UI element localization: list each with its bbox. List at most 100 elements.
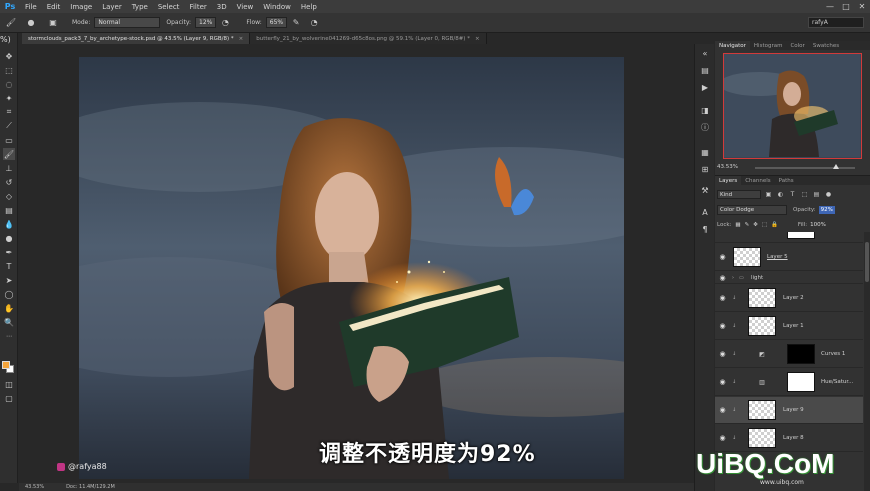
menu-file[interactable]: File bbox=[20, 3, 42, 11]
lock-pixels-icon[interactable]: ✎ bbox=[745, 222, 750, 228]
document-canvas[interactable] bbox=[79, 57, 624, 479]
blur-tool-icon[interactable]: 💧 bbox=[3, 218, 15, 230]
layer-name[interactable]: Layer 9 bbox=[783, 407, 804, 413]
shape-tool-icon[interactable]: ◯ bbox=[3, 288, 15, 300]
brush-panel-icon[interactable]: ▣ bbox=[48, 18, 58, 28]
filter-adjustment-icon[interactable]: ◐ bbox=[776, 190, 785, 199]
layer-name[interactable]: Curves 1 bbox=[821, 351, 845, 357]
layer-name[interactable]: Hue/Satur... bbox=[821, 379, 853, 385]
filter-kind-select[interactable]: Kind bbox=[717, 190, 761, 199]
layer-row[interactable]: ◉ Layer 5 bbox=[715, 244, 863, 271]
navigator-zoom[interactable]: 43.53% bbox=[717, 164, 738, 170]
layer-row-partial[interactable] bbox=[715, 232, 863, 243]
marquee-tool-icon[interactable]: ⬚ bbox=[3, 64, 15, 76]
type-tool-icon[interactable]: T bbox=[3, 260, 15, 272]
flow-input[interactable]: 65% bbox=[265, 17, 288, 28]
layer-row[interactable]: ◉ ↓ Layer 1 bbox=[715, 313, 863, 340]
lock-position-icon[interactable]: ✥ bbox=[753, 222, 758, 228]
expand-arrow-icon[interactable]: › bbox=[732, 275, 734, 281]
layer-name[interactable]: Layer 5 bbox=[767, 254, 788, 260]
gradient-tool-icon[interactable]: ▤ bbox=[3, 204, 15, 216]
eraser-tool-icon[interactable]: ◇ bbox=[3, 190, 15, 202]
layer-row[interactable]: ◉ ↓ ◩ Curves 1 bbox=[715, 341, 863, 368]
layer-row[interactable]: ◉ ↓ Layer 2 bbox=[715, 285, 863, 312]
airbrush-icon[interactable]: ✎ bbox=[291, 18, 301, 28]
brush-preset-icon[interactable]: ● bbox=[26, 18, 36, 28]
lock-all-icon[interactable]: 🔒 bbox=[771, 222, 778, 228]
close-tab-icon[interactable]: × bbox=[475, 36, 480, 42]
opacity-input[interactable]: 12% bbox=[195, 17, 217, 28]
dodge-tool-icon[interactable]: ● bbox=[3, 232, 15, 244]
menu-type[interactable]: Type bbox=[127, 3, 153, 11]
zoom-tool-icon[interactable]: 🔍 bbox=[3, 316, 15, 328]
menu-help[interactable]: Help bbox=[296, 3, 322, 11]
character-icon[interactable]: A bbox=[699, 206, 711, 218]
blend-mode-select[interactable]: Color Dodge bbox=[717, 204, 787, 215]
tab-channels[interactable]: Channels bbox=[741, 176, 774, 185]
status-zoom[interactable]: 43.53% bbox=[25, 484, 44, 490]
scrollbar-thumb[interactable] bbox=[865, 242, 869, 282]
tool-presets-icon[interactable]: ⚒ bbox=[699, 184, 711, 196]
filter-toggle-icon[interactable]: ● bbox=[824, 190, 833, 199]
filter-shape-icon[interactable]: ⬚ bbox=[800, 190, 809, 199]
visibility-eye-icon[interactable]: ◉ bbox=[718, 322, 727, 331]
menu-3d[interactable]: 3D bbox=[212, 3, 232, 11]
tab-swatches[interactable]: Swatches bbox=[809, 41, 843, 50]
move-tool-icon[interactable]: ✥ bbox=[3, 50, 15, 62]
tab-layers[interactable]: Layers bbox=[715, 176, 742, 185]
healing-tool-icon[interactable]: ▭ bbox=[3, 134, 15, 146]
lock-transparent-icon[interactable]: ▦ bbox=[735, 222, 740, 228]
filter-smart-icon[interactable]: ▤ bbox=[812, 190, 821, 199]
filter-type-icon[interactable]: T bbox=[788, 190, 797, 199]
tab-histogram[interactable]: Histogram bbox=[750, 41, 787, 50]
tab-stormclouds[interactable]: stormclouds_pack3_7_by_archetype-stock.p… bbox=[22, 33, 251, 44]
visibility-eye-icon[interactable]: ◉ bbox=[718, 350, 727, 359]
maximize-button[interactable]: □ bbox=[838, 0, 854, 13]
navigator-thumbnail[interactable] bbox=[723, 53, 862, 159]
zoom-slider-handle[interactable] bbox=[833, 164, 839, 169]
visibility-eye-icon[interactable]: ◉ bbox=[718, 294, 727, 303]
clone-stamp-tool-icon[interactable]: ⊥ bbox=[3, 162, 15, 174]
brush-tool-icon[interactable]: 🖌 bbox=[6, 18, 16, 28]
crop-tool-icon[interactable]: ⌗ bbox=[3, 106, 15, 118]
fill-input[interactable]: 100% bbox=[810, 222, 826, 228]
quick-select-tool-icon[interactable]: ✦ bbox=[3, 92, 15, 104]
close-tab-icon[interactable]: × bbox=[239, 36, 244, 42]
collapse-icon[interactable]: « bbox=[699, 47, 711, 59]
visibility-eye-icon[interactable]: ◉ bbox=[718, 406, 727, 415]
tab-butterfly[interactable]: butterfly_21_by_wolverine041269-d65c8os.… bbox=[250, 33, 487, 44]
clone-source-icon[interactable]: ⊞ bbox=[699, 163, 711, 175]
menu-image[interactable]: Image bbox=[65, 3, 97, 11]
tab-navigator[interactable]: Navigator bbox=[715, 41, 750, 50]
tab-color[interactable]: Color bbox=[786, 41, 808, 50]
menu-view[interactable]: View bbox=[232, 3, 259, 11]
actions-icon[interactable]: ▶ bbox=[699, 81, 711, 93]
info-icon[interactable]: ⓘ bbox=[699, 121, 711, 133]
menu-filter[interactable]: Filter bbox=[184, 3, 211, 11]
pressure-size-icon[interactable]: ◔ bbox=[309, 18, 319, 28]
menu-layer[interactable]: Layer bbox=[97, 3, 127, 11]
visibility-eye-icon[interactable]: ◉ bbox=[718, 273, 727, 282]
visibility-eye-icon[interactable]: ◉ bbox=[718, 378, 727, 387]
layers-scrollbar[interactable] bbox=[864, 232, 870, 491]
group-row[interactable]: ◉ › ▭ light bbox=[715, 272, 863, 284]
layer-mask-thumb[interactable] bbox=[787, 344, 815, 364]
workspace-search[interactable]: rafyA bbox=[808, 17, 864, 28]
brush-tool-icon[interactable]: 🖌 bbox=[3, 148, 15, 160]
lock-artboard-icon[interactable]: ⬚ bbox=[762, 222, 767, 228]
layer-row[interactable]: ◉ ↓ ▥ Hue/Satur... bbox=[715, 369, 863, 396]
hand-tool-icon[interactable]: ✋ bbox=[3, 302, 15, 314]
foreground-color-swatch[interactable] bbox=[2, 361, 10, 369]
pen-tool-icon[interactable]: ✒ bbox=[3, 246, 15, 258]
menu-select[interactable]: Select bbox=[153, 3, 185, 11]
properties-icon[interactable]: ◨ bbox=[699, 104, 711, 116]
layer-name[interactable]: Layer 2 bbox=[783, 295, 804, 301]
filter-pixel-icon[interactable]: ▣ bbox=[764, 190, 773, 199]
layer-mask-thumb[interactable] bbox=[787, 372, 815, 392]
quick-mask-icon[interactable]: ◫ bbox=[3, 378, 15, 390]
lasso-tool-icon[interactable]: ◌ bbox=[3, 78, 15, 90]
eyedropper-tool-icon[interactable]: ⟋ bbox=[3, 120, 15, 132]
layer-row-selected[interactable]: ◉ ↓ Layer 9 bbox=[715, 397, 863, 424]
layer-name[interactable]: Layer 8 bbox=[783, 435, 804, 441]
group-name[interactable]: light bbox=[751, 275, 763, 281]
